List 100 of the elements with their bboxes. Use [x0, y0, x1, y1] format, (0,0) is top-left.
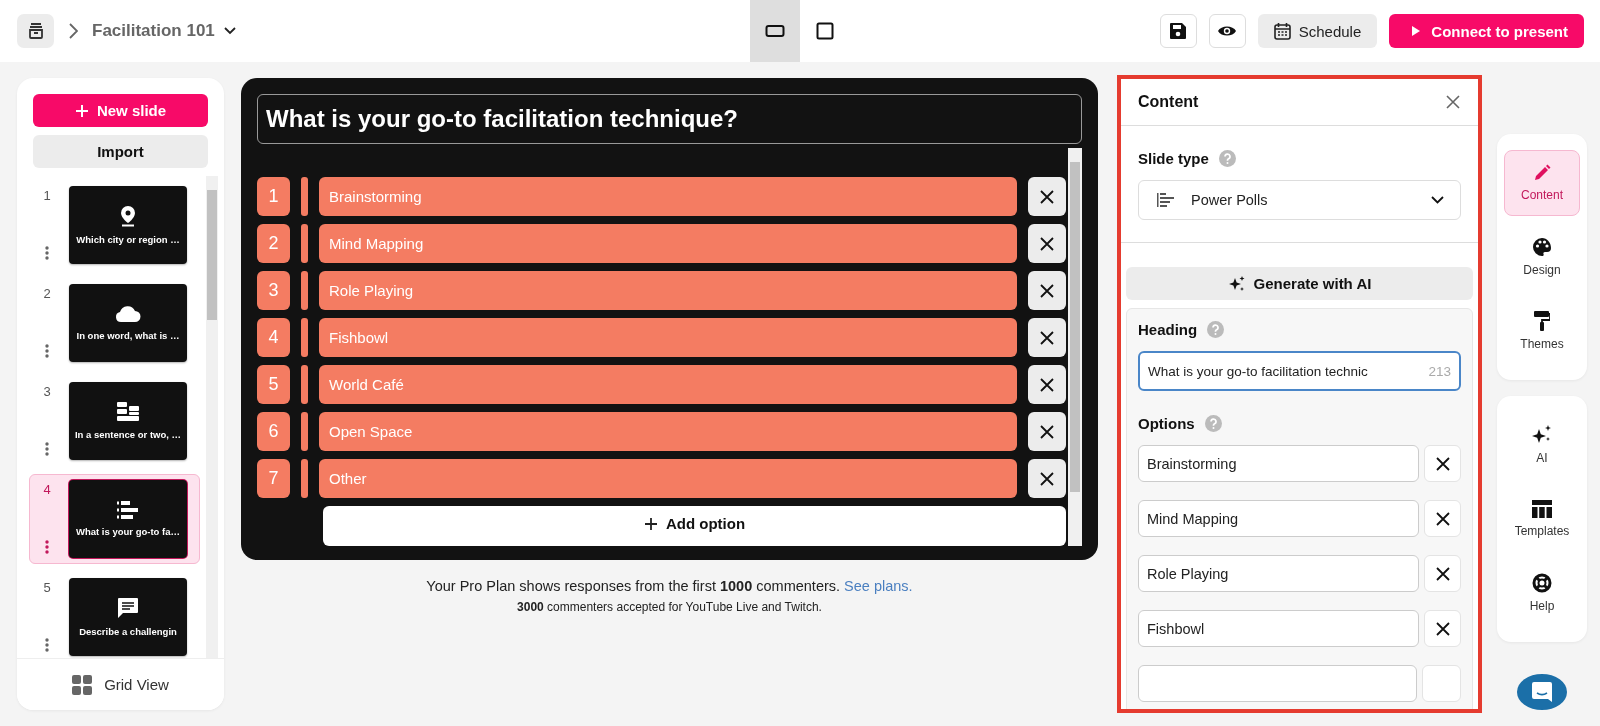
- option-input[interactable]: Role Playing: [1138, 555, 1419, 592]
- remove-option-button[interactable]: [1424, 500, 1461, 537]
- scrollbar[interactable]: [1068, 148, 1082, 546]
- option-number: 5: [257, 365, 290, 404]
- slide-item[interactable]: 2 In one word, what is …: [29, 278, 200, 368]
- close-icon: [1040, 471, 1054, 486]
- stacked-blocks-icon: [117, 402, 139, 422]
- see-plans-link[interactable]: See plans.: [844, 578, 913, 594]
- drag-handle[interactable]: [301, 412, 308, 451]
- schedule-button[interactable]: Schedule: [1257, 14, 1378, 48]
- bar-list-icon: [1157, 193, 1175, 207]
- tool-button[interactable]: Content: [1504, 150, 1580, 216]
- more-icon[interactable]: [45, 638, 49, 652]
- close-icon: [1040, 189, 1054, 204]
- location-pin-icon: [120, 205, 136, 227]
- more-icon[interactable]: [45, 540, 49, 554]
- more-icon[interactable]: [45, 246, 49, 260]
- remove-option-button[interactable]: [1028, 224, 1066, 263]
- plus-icon: [643, 516, 658, 531]
- close-icon[interactable]: [1446, 95, 1460, 109]
- remove-option-button[interactable]: [1028, 412, 1066, 451]
- close-icon: [1040, 236, 1054, 251]
- slide-number: 4: [43, 482, 51, 497]
- option-input[interactable]: Fishbowl: [1138, 610, 1419, 647]
- new-slide-button[interactable]: New slide: [33, 94, 208, 127]
- save-button[interactable]: [1159, 14, 1197, 48]
- commenters-note: 3000 commenters accepted for YouTube Live and Twitch.: [517, 600, 822, 614]
- scrollbar[interactable]: [206, 176, 218, 658]
- close-icon: [1435, 511, 1450, 526]
- archive-box-icon: [26, 22, 45, 40]
- add-option-button[interactable]: Add option: [323, 506, 1066, 546]
- remove-option-button[interactable]: [1028, 318, 1066, 357]
- message-icon: [117, 597, 139, 619]
- remove-option-button[interactable]: [1028, 365, 1066, 404]
- chevron-down-icon: [223, 27, 236, 35]
- connect-to-present-button[interactable]: Connect to present: [1389, 14, 1584, 48]
- option-number: 7: [257, 459, 290, 498]
- panel-title: Content: [1138, 93, 1199, 111]
- field-label: Slide type: [1138, 150, 1209, 167]
- table-icon: [1532, 500, 1552, 518]
- paint-roller-icon: [1534, 311, 1550, 331]
- cloud-icon: [115, 305, 141, 323]
- slide-number: 5: [43, 580, 51, 595]
- drag-handle[interactable]: [301, 459, 308, 498]
- close-icon: [1040, 330, 1054, 345]
- option-input[interactable]: Mind Mapping: [1138, 500, 1419, 537]
- close-icon: [1435, 456, 1450, 471]
- grid-view-button[interactable]: Grid View: [17, 658, 224, 710]
- home-button[interactable]: [17, 14, 54, 48]
- slide-item[interactable]: 3 In a sentence or two, …: [29, 376, 200, 466]
- remove-option-button[interactable]: [1028, 271, 1066, 310]
- chevron-right-icon: [68, 23, 78, 39]
- sparkles-icon: [1532, 425, 1552, 445]
- drag-handle[interactable]: [301, 365, 308, 404]
- palette-icon: [1532, 237, 1552, 257]
- field-label: Options: [1138, 415, 1195, 432]
- plus-icon: [74, 103, 89, 118]
- generate-with-ai-button[interactable]: Generate with AI: [1126, 267, 1473, 300]
- preview-button[interactable]: [1208, 14, 1246, 48]
- close-icon: [1435, 566, 1450, 581]
- option-number: 3: [257, 271, 290, 310]
- lifebuoy-icon: [1532, 573, 1552, 593]
- heading-input[interactable]: What is your go-to facilitation technic 213: [1138, 351, 1461, 391]
- close-icon: [1040, 377, 1054, 392]
- drag-handle[interactable]: [301, 177, 308, 216]
- more-icon[interactable]: [45, 442, 49, 456]
- remove-option-button[interactable]: [1424, 555, 1461, 592]
- remove-option-button[interactable]: [1424, 610, 1461, 647]
- drag-handle[interactable]: [301, 318, 308, 357]
- slide-item[interactable]: 1 Which city or region …: [29, 180, 200, 270]
- remove-option-button[interactable]: [1424, 445, 1461, 482]
- slide-number: 2: [43, 286, 51, 301]
- option-number: 1: [257, 177, 290, 216]
- slide-item[interactable]: 4 What is your go-to fa…: [29, 474, 200, 564]
- option-number: 4: [257, 318, 290, 357]
- remove-option-button[interactable]: [1028, 177, 1066, 216]
- save-icon: [1169, 22, 1188, 40]
- option-input[interactable]: [1138, 665, 1417, 702]
- slide-number: 3: [43, 384, 51, 399]
- grid-icon: [72, 674, 93, 695]
- option-number: 2: [257, 224, 290, 263]
- slide-heading[interactable]: What is your go-to facilitation technique?: [257, 94, 1082, 144]
- slide-title: Describe a challengin: [79, 626, 177, 637]
- project-title-dropdown[interactable]: Facilitation 101: [92, 21, 236, 41]
- drag-handle[interactable]: [301, 271, 308, 310]
- close-icon: [1435, 621, 1450, 636]
- option-input[interactable]: Brainstorming: [1138, 445, 1419, 482]
- drag-handle[interactable]: [301, 224, 308, 263]
- widescreen-toggle[interactable]: [750, 0, 800, 62]
- more-icon[interactable]: [45, 344, 49, 358]
- import-button[interactable]: Import: [33, 135, 208, 168]
- chat-button[interactable]: [1517, 674, 1567, 710]
- remove-option-button[interactable]: [1028, 459, 1066, 498]
- slide-item[interactable]: 5 Describe a challengin: [29, 572, 200, 658]
- slide-title: In one word, what is …: [76, 330, 180, 341]
- calendar-icon: [1273, 22, 1291, 40]
- option-number: 6: [257, 412, 290, 451]
- play-icon: [1411, 25, 1422, 37]
- slide-type-dropdown[interactable]: Power Polls: [1138, 180, 1461, 220]
- pencil-icon: [1533, 164, 1551, 182]
